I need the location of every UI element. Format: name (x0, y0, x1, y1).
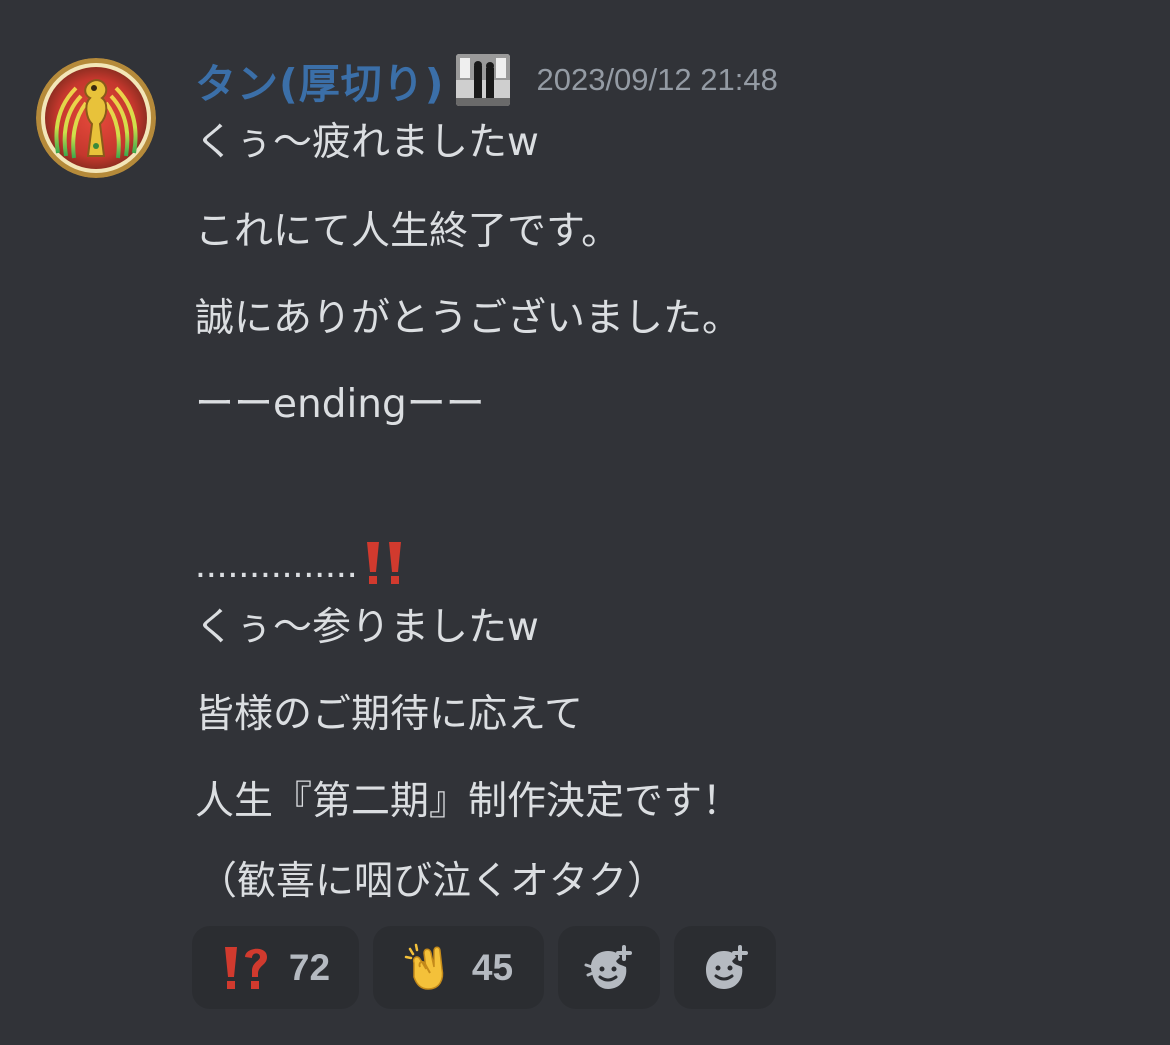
role-icon (456, 54, 511, 106)
add-reaction-icon (700, 943, 750, 993)
ellipsis-text: ............... (195, 543, 358, 586)
clapping-hands-icon (404, 943, 454, 993)
reaction-interrobang[interactable]: 72 (192, 926, 359, 1009)
add-reaction-button[interactable] (674, 926, 776, 1009)
message-line: ............... (195, 540, 410, 590)
message-line: ーーendingーー (195, 382, 485, 427)
message-line: 誠にありがとうございました。 (195, 296, 742, 341)
message-line: 皆様のご期待に応えて (195, 692, 584, 737)
message-line: 人生『第二期』制作決定です！ (195, 779, 742, 824)
double-exclamation-icon (362, 540, 410, 586)
reaction-count: 45 (471, 946, 514, 988)
message-header: タン(厚切り) 2023/09/12 21:48 (195, 50, 778, 110)
reaction-count: 72 (288, 946, 331, 988)
message-line: くぅ〜参りましたw (195, 605, 539, 650)
interrobang-icon (221, 943, 271, 993)
message-line: くぅ〜疲れましたw (195, 120, 539, 165)
add-super-reaction-button[interactable] (558, 926, 660, 1009)
add-super-reaction-icon (584, 943, 634, 993)
chat-message: タン(厚切り) 2023/09/12 21:48 くぅ〜疲れましたw これにて人… (0, 0, 1170, 1045)
timestamp: 2023/09/12 21:48 (536, 62, 778, 97)
message-line: これにて人生終了です。 (195, 209, 621, 254)
avatar[interactable] (36, 58, 156, 178)
author-name[interactable]: タン(厚切り) (195, 50, 444, 110)
reaction-clap[interactable]: 45 (373, 926, 544, 1009)
reactions-bar: 72 45 (192, 926, 776, 1009)
avatar-image (36, 58, 156, 178)
message-line: （歓喜に咽び泣くオタク） (198, 859, 667, 904)
